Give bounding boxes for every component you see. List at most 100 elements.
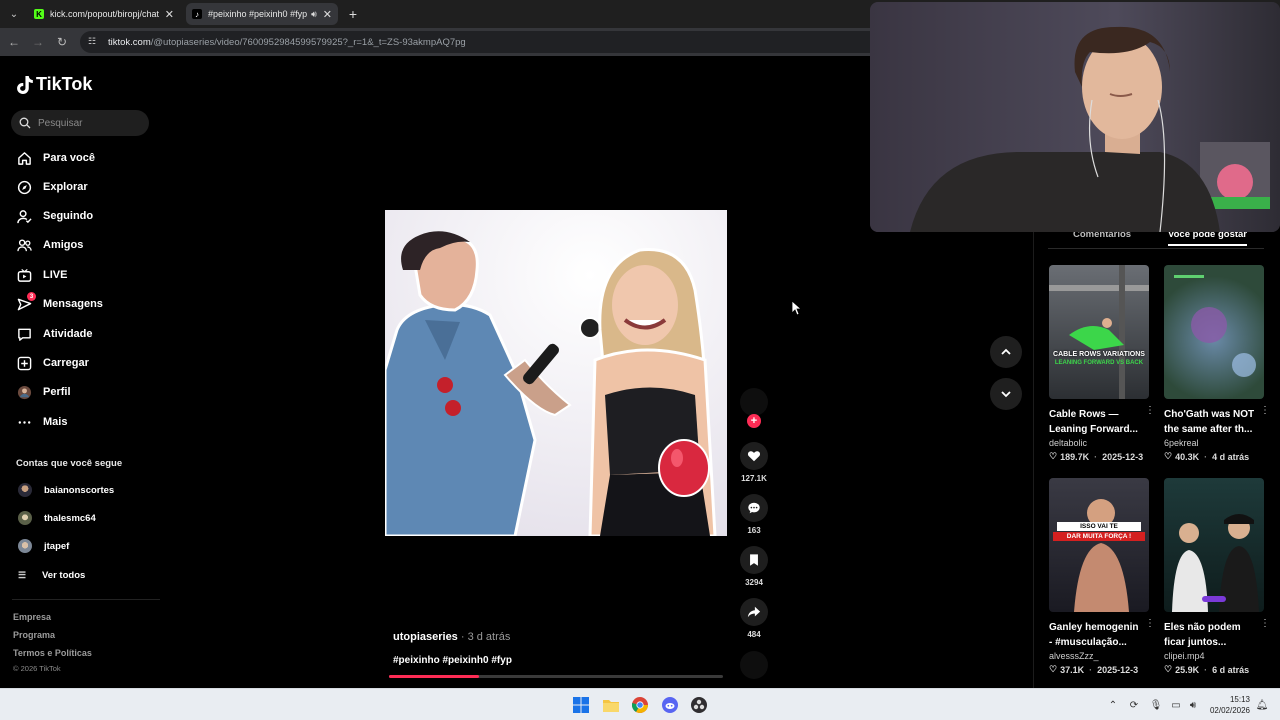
share-action[interactable]: 484 xyxy=(739,598,769,639)
card-author[interactable]: deltabolic xyxy=(1049,438,1149,448)
nav-amigos[interactable]: Amigos xyxy=(16,234,83,256)
system-clock[interactable]: 15:13 02/02/2026 xyxy=(1204,694,1250,716)
microphone-icon[interactable]: 🎙︎ xyxy=(1150,699,1163,711)
comment-bubble-icon xyxy=(748,502,760,514)
card-date: 2025-12-3 xyxy=(1097,664,1139,675)
card-author[interactable]: alvesssZzz_ xyxy=(1049,651,1149,661)
browser-tab-kick[interactable]: K kick.com/popout/biropj/chat ✕ xyxy=(28,3,180,25)
video-progress-bar[interactable] xyxy=(389,675,723,678)
nav-atividade[interactable]: Atividade xyxy=(16,323,93,345)
more-options-icon[interactable]: ⋮ xyxy=(1260,618,1270,629)
tab-audio-icon[interactable]: 🔊︎ xyxy=(311,9,317,20)
comment-action[interactable]: 163 xyxy=(739,494,769,535)
more-options-icon[interactable]: ⋮ xyxy=(1145,405,1155,416)
thumbnail-overlay-subtext: LEANING FORWARD VS BACK xyxy=(1054,360,1144,366)
author-name: utopiaseries xyxy=(393,631,458,643)
more-options-icon[interactable]: ⋮ xyxy=(1145,618,1155,629)
card-author[interactable]: 6pekreal xyxy=(1164,438,1264,448)
notification-bell-icon[interactable]: 🔔︎ xyxy=(1256,699,1269,711)
nav-label: Mensagens xyxy=(43,298,103,310)
video-author-line[interactable]: utopiaseries · 3 d atrás xyxy=(393,631,510,643)
nav-label: Para você xyxy=(43,152,95,164)
nav-perfil[interactable]: Perfil xyxy=(16,381,71,403)
previous-video-button[interactable] xyxy=(990,336,1022,368)
footer-link-termos[interactable]: Termos e Políticas xyxy=(13,648,92,658)
see-all-link[interactable]: ☰ Ver todos xyxy=(18,568,85,582)
nav-mensagens[interactable]: 3 Mensagens xyxy=(16,292,103,315)
nav-live[interactable]: LIVE xyxy=(16,264,67,286)
nav-explorar[interactable]: Explorar xyxy=(16,176,88,198)
nav-seguindo[interactable]: Seguindo xyxy=(16,205,93,227)
more-options-icon[interactable]: ⋮ xyxy=(1260,405,1270,416)
card-date: 4 d atrás xyxy=(1212,451,1250,462)
save-button[interactable] xyxy=(740,546,768,574)
suggested-video-card[interactable]: CABLE ROWS VARIATIONS LEANING FORWARD VS… xyxy=(1049,265,1155,462)
following-account[interactable]: jtapef xyxy=(18,537,69,555)
tab-search-chevron-icon[interactable]: ⌄ xyxy=(6,6,22,22)
card-meta: ♡ 37.1K · 2025-12-3 xyxy=(1049,664,1139,675)
tiktok-sidebar: TikTok Para você Explorar Seguindo Amigo… xyxy=(0,56,168,688)
network-icon[interactable]: ▭ xyxy=(1170,699,1182,711)
send-icon: 3 xyxy=(16,292,36,312)
close-tab-icon[interactable]: ✕ xyxy=(323,8,332,21)
suggested-video-card[interactable]: ISSO VAI TE DAR MUITA FORÇA ! Ganley hem… xyxy=(1049,478,1155,675)
discord-icon[interactable] xyxy=(661,696,679,714)
share-button[interactable] xyxy=(740,598,768,626)
card-meta: ♡ 189.7K · 2025-12-3 xyxy=(1049,451,1144,462)
next-video-button[interactable] xyxy=(990,378,1022,410)
file-explorer-icon[interactable] xyxy=(602,696,620,714)
webcam-image xyxy=(870,2,1280,232)
nav-label: Seguindo xyxy=(43,210,94,222)
card-date: 2025-12-3 xyxy=(1102,451,1144,462)
footer-link-programa[interactable]: Programa xyxy=(13,630,55,640)
creator-avatar[interactable] xyxy=(740,388,768,416)
following-account[interactable]: baianonscortes xyxy=(18,481,114,499)
back-arrow-icon[interactable]: ← xyxy=(6,34,22,50)
obs-icon[interactable] xyxy=(690,696,708,714)
nav-carregar[interactable]: Carregar xyxy=(16,352,89,374)
video-thumbnail xyxy=(1164,478,1264,612)
suggested-video-card[interactable]: Eles não podem ficar juntos... ⋮ clipei.… xyxy=(1164,478,1270,675)
share-arrow-icon xyxy=(747,606,761,618)
card-meta: ♡ 40.3K · 4 d atrás xyxy=(1164,451,1250,462)
card-author[interactable]: clipei.mp4 xyxy=(1164,651,1264,661)
video-player[interactable] xyxy=(385,210,727,536)
video-caption[interactable]: #peixinho #peixinh0 #fyp xyxy=(393,655,512,666)
close-tab-icon[interactable]: ✕ xyxy=(165,8,174,21)
tab-title: kick.com/popout/biropj/chat xyxy=(50,9,159,19)
browser-tab-tiktok[interactable]: ♪ #peixinho #peixinh0 #fyp | 🔊︎ ✕ xyxy=(186,3,338,25)
thumbnail-overlay-subtext: DAR MUITA FORÇA ! xyxy=(1053,532,1145,541)
like-action[interactable]: 127.1K xyxy=(739,442,769,483)
new-tab-button[interactable]: + xyxy=(344,5,362,23)
card-likes: 37.1K xyxy=(1060,664,1085,675)
sync-icon[interactable]: ⟳ xyxy=(1128,699,1140,711)
tiktok-favicon-icon: ♪ xyxy=(192,9,202,19)
suggested-video-card[interactable]: Cho'Gath was NOT the same after th... ⋮ … xyxy=(1164,265,1270,462)
card-date: 6 d atrás xyxy=(1212,664,1250,675)
follow-plus-button[interactable]: + xyxy=(747,414,761,428)
like-count: 127.1K xyxy=(741,474,767,483)
windows-taskbar: ⌃ ⟳ 🎙︎ ▭ 🔊︎ 15:13 02/02/2026 🔔︎ xyxy=(0,688,1280,720)
reload-icon[interactable]: ↻ xyxy=(54,34,70,50)
forward-arrow-icon[interactable]: → xyxy=(30,34,46,50)
start-menu-icon[interactable] xyxy=(572,696,590,714)
nav-mais[interactable]: Mais xyxy=(16,411,67,433)
message-count-badge: 3 xyxy=(27,292,36,301)
search-icon xyxy=(19,117,31,129)
search-input[interactable] xyxy=(38,117,138,129)
site-settings-icon[interactable]: ☷ xyxy=(88,36,100,48)
music-disc[interactable] xyxy=(740,651,768,679)
tray-overflow-chevron-icon[interactable]: ⌃ xyxy=(1107,699,1119,711)
search-box[interactable] xyxy=(11,110,149,136)
footer-link-empresa[interactable]: Empresa xyxy=(13,612,51,622)
save-action[interactable]: 3294 xyxy=(739,546,769,587)
like-button[interactable] xyxy=(740,442,768,470)
following-account[interactable]: thalesmc64 xyxy=(18,509,96,527)
tiktok-logo[interactable]: TikTok xyxy=(16,74,92,95)
card-title: Cable Rows — Leaning Forward... xyxy=(1049,409,1138,435)
comment-button[interactable] xyxy=(740,494,768,522)
nav-para-voce[interactable]: Para você xyxy=(16,147,95,169)
card-likes: 189.7K xyxy=(1060,451,1090,462)
volume-icon[interactable]: 🔊︎ xyxy=(1187,699,1199,711)
chrome-icon[interactable] xyxy=(631,696,649,714)
